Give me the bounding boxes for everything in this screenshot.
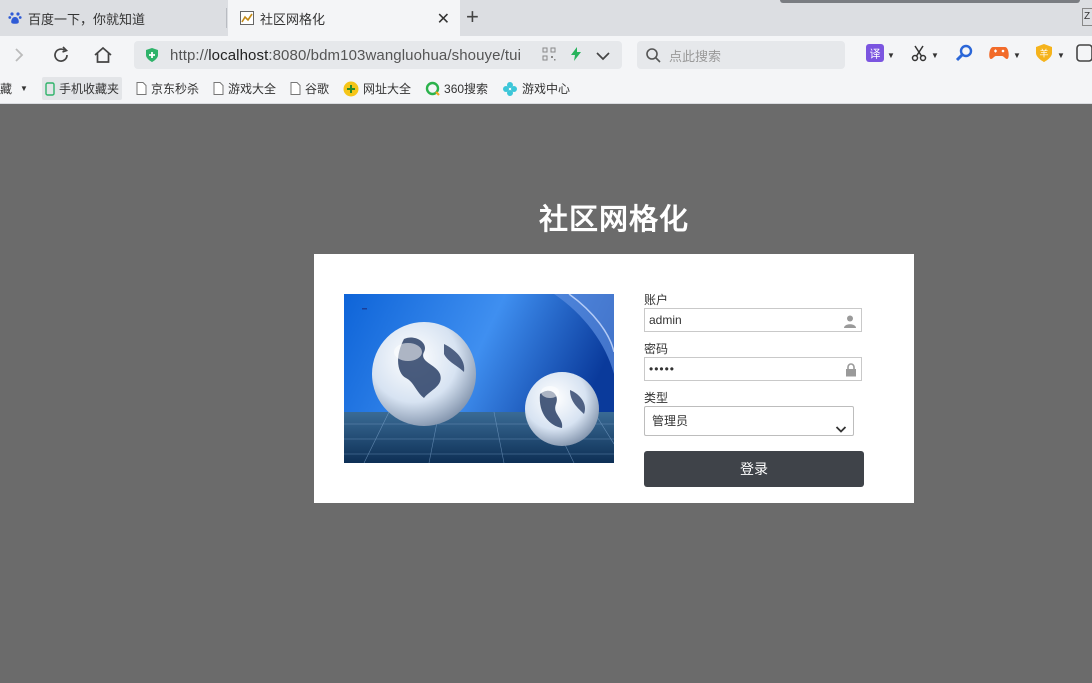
search-placeholder: 点此搜索 bbox=[669, 48, 722, 64]
scissors-icon bbox=[910, 44, 928, 67]
page-icon bbox=[213, 82, 224, 95]
window-edge bbox=[780, 0, 1080, 3]
tab-divider bbox=[226, 8, 227, 28]
bookmark-google[interactable]: 谷歌 bbox=[290, 80, 329, 97]
corner-label: Z bbox=[1082, 8, 1092, 26]
home-icon[interactable] bbox=[90, 42, 116, 68]
login-card: 账户 admin 密码 ••••• 类型 管理员 登录 bbox=[314, 254, 914, 503]
type-label: 类型 bbox=[644, 391, 669, 405]
page-icon bbox=[136, 82, 147, 95]
bookmark-label: 手机收藏夹 bbox=[58, 82, 119, 96]
bookmark-jd[interactable]: 京东秒杀 bbox=[136, 80, 199, 97]
caret-down-icon: ▼ bbox=[1013, 50, 1021, 60]
clover-icon bbox=[502, 81, 518, 97]
account-value: admin bbox=[649, 313, 682, 327]
lock-icon bbox=[845, 362, 857, 384]
bookmark-sites[interactable]: 网址大全 bbox=[343, 80, 411, 97]
password-input[interactable]: ••••• bbox=[644, 357, 862, 381]
tab-active[interactable]: 社区网格化 ✕ bbox=[228, 0, 460, 36]
game-extension[interactable]: ▼ bbox=[988, 45, 1021, 65]
bookmark-label: 游戏中心 bbox=[522, 82, 571, 96]
bookmark-folder[interactable]: 藏 ▼ bbox=[0, 80, 28, 97]
caret-down-icon: ▼ bbox=[887, 50, 895, 60]
globe-banner-image bbox=[344, 294, 614, 463]
search-icon bbox=[645, 47, 661, 63]
app-square-icon bbox=[1076, 43, 1092, 67]
bookmark-label: 京东秒杀 bbox=[150, 82, 199, 96]
lightning-icon[interactable] bbox=[570, 47, 582, 66]
goat-shield-icon: 羊 bbox=[1034, 43, 1054, 68]
site-nav-icon bbox=[343, 81, 359, 97]
page-favicon bbox=[240, 11, 254, 25]
qr-code-icon[interactable] bbox=[542, 47, 556, 66]
secure-shield-icon bbox=[144, 47, 160, 63]
caret-down-icon: ▼ bbox=[20, 84, 28, 93]
password-label: 密码 bbox=[644, 342, 669, 356]
shield-extension[interactable]: 羊 ▼ bbox=[1034, 43, 1065, 68]
page-title: 社区网格化 bbox=[538, 204, 689, 236]
phone-icon bbox=[45, 81, 55, 96]
tab-title: 社区网格化 bbox=[260, 11, 326, 27]
login-button[interactable]: 登录 bbox=[644, 451, 864, 487]
tab-baidu[interactable]: 百度一下，你就知道 bbox=[0, 0, 226, 36]
bookmark-label: 网址大全 bbox=[363, 82, 412, 96]
page-icon bbox=[290, 82, 301, 95]
baidu-paw-icon bbox=[8, 11, 22, 25]
translate-icon: 译 bbox=[866, 43, 884, 67]
user-icon bbox=[843, 313, 857, 335]
chevron-down-icon bbox=[835, 416, 847, 444]
bookmark-label: 360搜索 bbox=[444, 82, 489, 96]
bookmark-game-center[interactable]: 游戏中心 bbox=[502, 80, 570, 97]
new-tab-icon[interactable]: + bbox=[466, 6, 479, 28]
bookmark-label: 游戏大全 bbox=[227, 82, 276, 96]
magnifier-extension[interactable] bbox=[954, 44, 974, 67]
extension-edge[interactable] bbox=[1076, 43, 1092, 67]
svg-text:羊: 羊 bbox=[1039, 47, 1048, 59]
account-label: 账户 bbox=[644, 293, 669, 307]
search-box[interactable]: 点此搜索 bbox=[637, 41, 845, 69]
search-360-icon bbox=[425, 81, 440, 96]
forward-icon[interactable] bbox=[6, 42, 32, 68]
role-select[interactable]: 管理员 bbox=[644, 406, 854, 436]
gamepad-icon bbox=[988, 45, 1010, 66]
navigation-bar: http://localhost:8080/bdm103wangluohua/s… bbox=[0, 36, 1092, 74]
svg-text:译: 译 bbox=[870, 47, 881, 60]
caret-down-icon: ▼ bbox=[931, 50, 939, 60]
bookmark-mobile[interactable]: 手机收藏夹 bbox=[41, 77, 122, 100]
account-input[interactable]: admin bbox=[644, 308, 862, 332]
magnifier-icon bbox=[954, 44, 974, 67]
screenshot-extension[interactable]: ▼ bbox=[910, 45, 939, 65]
password-value: ••••• bbox=[649, 362, 676, 376]
tab-title: 百度一下，你就知道 bbox=[28, 11, 146, 27]
close-tab-icon[interactable]: ✕ bbox=[437, 9, 450, 29]
bookmark-label: 谷歌 bbox=[304, 82, 329, 96]
chevron-down-icon[interactable] bbox=[596, 48, 610, 66]
address-bar[interactable]: http://localhost:8080/bdm103wangluohua/s… bbox=[134, 41, 622, 69]
tab-strip: 百度一下，你就知道 社区网格化 ✕ + Z bbox=[0, 0, 1092, 36]
bookmark-games[interactable]: 游戏大全 bbox=[213, 80, 276, 97]
caret-down-icon: ▼ bbox=[1057, 50, 1065, 60]
bookmarks-bar: 藏 ▼ 手机收藏夹 京东秒杀 游戏大全 谷歌 网址大全 360搜索 游戏中心 bbox=[0, 74, 1092, 104]
role-selected-value: 管理员 bbox=[652, 414, 689, 428]
reload-icon[interactable] bbox=[48, 42, 74, 68]
bookmark-360[interactable]: 360搜索 bbox=[425, 80, 488, 97]
translate-extension[interactable]: 译 ▼ bbox=[866, 43, 895, 67]
bookmark-label: 藏 bbox=[0, 82, 13, 96]
url-text[interactable]: http://localhost:8080/bdm103wangluohua/s… bbox=[170, 47, 530, 64]
